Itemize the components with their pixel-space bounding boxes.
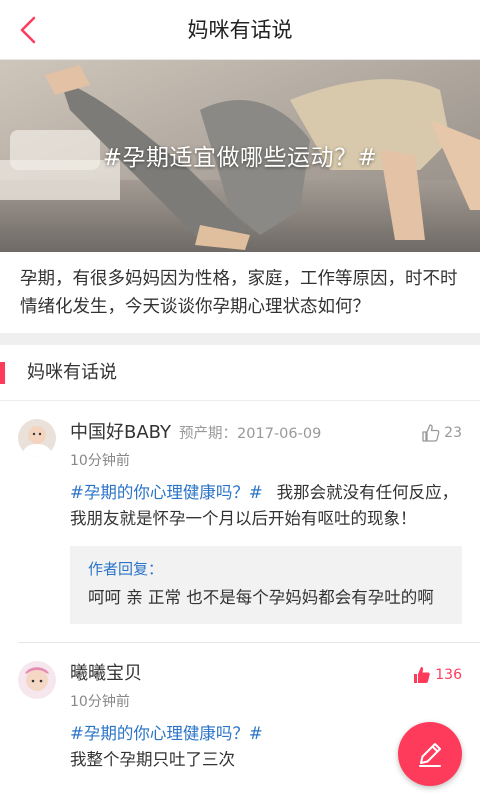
compose-button[interactable] (398, 722, 462, 786)
comment-time: 10分钟前 (70, 453, 130, 469)
due-date: 预产期：2017-06-09 (179, 426, 322, 442)
like-button[interactable]: 23 (421, 423, 462, 443)
comment-author[interactable]: 中国好BABY (70, 418, 171, 444)
avatar[interactable] (18, 661, 56, 699)
app-header: 妈咪有话说 (0, 0, 480, 60)
comment-text: #孕期的你心理健康吗？# 我那会就没有任何反应，我朋友就是怀孕一个月以后开始有呕吐… (70, 480, 462, 532)
like-button[interactable]: 136 (412, 665, 462, 685)
thumbs-up-icon (414, 667, 431, 683)
baby-avatar-image (18, 419, 56, 457)
topic-tag[interactable]: #孕期的你心理健康吗？# (70, 483, 263, 502)
section-divider (0, 333, 480, 345)
comment-content: 我整个孕期只吐了三次 (70, 750, 235, 769)
baby-avatar-image (18, 661, 56, 699)
comment-time: 10分钟前 (70, 694, 130, 710)
author-reply: 作者回复： 呵呵 亲 正常 也不是每个孕妈妈都会有孕吐的啊 (70, 546, 462, 624)
like-count: 23 (444, 425, 462, 441)
topic-tag[interactable]: #孕期的你心理健康吗？# (70, 724, 263, 743)
section-title: 妈咪有话说 (27, 362, 117, 383)
pencil-icon (419, 743, 441, 767)
topic-banner[interactable]: #孕期适宜做哪些运动？# (0, 60, 480, 252)
comment-item: 中国好BABY 预产期：2017-06-09 10分钟前 23 #孕期的你心理健康… (0, 401, 480, 642)
avatar[interactable] (18, 419, 56, 457)
comments-section-header: 妈咪有话说 (0, 345, 480, 401)
reply-text: 呵呵 亲 正常 也不是每个孕妈妈都会有孕吐的啊 (88, 588, 434, 607)
comment-author[interactable]: 曦曦宝贝 (70, 659, 142, 685)
thumbs-up-icon (422, 424, 440, 442)
reply-label: 作者回复： (88, 560, 164, 578)
topic-description: 孕期，有很多妈妈因为性格，家庭，工作等原因，时不时情绪化发生，今天谈谈你孕期心理… (0, 252, 480, 333)
section-accent-bar (0, 362, 5, 384)
page-title: 妈咪有话说 (187, 18, 293, 42)
like-count: 136 (435, 667, 462, 683)
banner-title: #孕期适宜做哪些运动？# (102, 145, 378, 171)
